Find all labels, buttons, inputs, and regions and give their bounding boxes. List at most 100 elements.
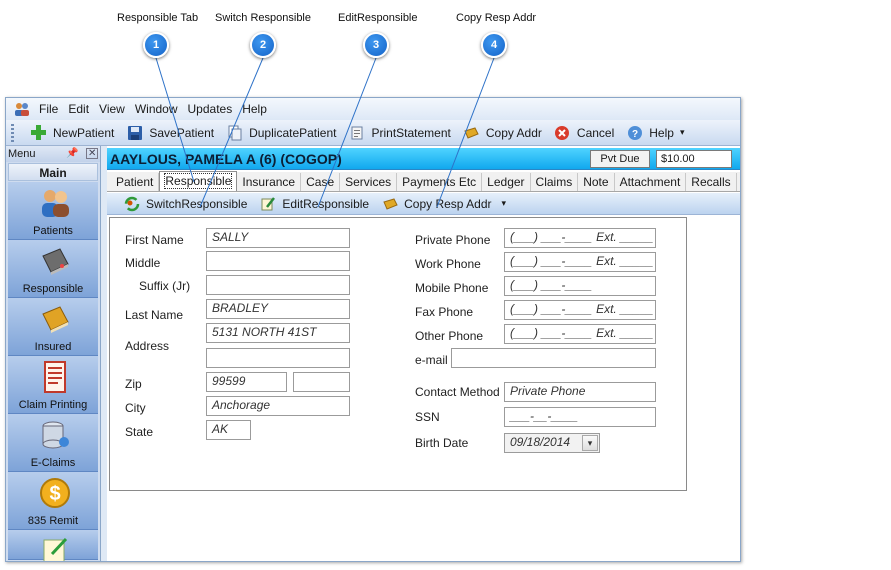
toolbar-overflow-icon[interactable]: ▾ [680, 127, 685, 138]
claim-form-icon [38, 360, 72, 394]
tab-ledger[interactable]: Ledger [482, 173, 531, 191]
patients-icon [38, 186, 72, 220]
tab-payments[interactable]: Payments Etc [397, 173, 483, 191]
callout-label-2: Switch Responsible [215, 12, 311, 24]
edit-responsible-label: EditResponsible [282, 196, 370, 211]
state-label: State [125, 425, 154, 439]
work-phone-field[interactable]: (___) ___-____ Ext. _____ [504, 252, 656, 272]
contact-method-field[interactable]: Private Phone [504, 382, 656, 402]
address-line1-field[interactable]: 5131 NORTH 41ST [206, 323, 350, 343]
callout-label-3: EditResponsible [338, 12, 418, 24]
copy-resp-addr-label: Copy Resp Addr [404, 196, 492, 211]
copy-book-icon [463, 124, 480, 141]
cancel-x-icon [554, 124, 571, 141]
city-field[interactable]: Anchorage [206, 396, 350, 416]
patient-header: AAYLOUS, PAMELA A (6) (COGOP) Pvt Due $1… [107, 148, 740, 170]
pin-icon[interactable]: 📌 [66, 148, 78, 159]
save-patient-button[interactable]: SavePatient [126, 124, 214, 141]
private-phone-value: (___) ___-____ [510, 230, 593, 244]
pvt-due-button[interactable]: Pvt Due [590, 150, 650, 168]
app-window: File Edit View Window Updates Help NewPa… [5, 97, 741, 562]
tab-billing-partial[interactable]: Bi [737, 173, 740, 191]
tab-recalls[interactable]: Recalls [686, 173, 737, 191]
fax-phone-field[interactable]: (___) ___-____ Ext. _____ [504, 300, 656, 320]
menu-help[interactable]: Help [237, 102, 272, 116]
menu-view[interactable]: View [94, 102, 130, 116]
edit-pencil-icon [259, 195, 276, 212]
duplicate-document-icon [226, 124, 243, 141]
copy-book-icon [381, 195, 398, 212]
main-toolbar: NewPatient SavePatient DuplicatePatient … [6, 120, 740, 146]
other-phone-field[interactable]: (___) ___-____ Ext. _____ [504, 324, 656, 344]
work-phone-value: (___) ___-____ [510, 254, 593, 268]
sidebar-item-835-remit[interactable]: $ 835 Remit [8, 472, 98, 530]
sidebar-section-main[interactable]: Main [8, 163, 98, 181]
sidebar-item-patients[interactable]: Patients [8, 182, 98, 240]
birth-date-label: Birth Date [415, 436, 469, 450]
private-phone-field[interactable]: (___) ___-____ Ext. _____ [504, 228, 656, 248]
menu-updates[interactable]: Updates [183, 102, 238, 116]
copy-addr-button[interactable]: Copy Addr [463, 124, 542, 141]
state-field[interactable]: AK [206, 420, 251, 440]
menu-edit[interactable]: Edit [63, 102, 94, 116]
middle-field[interactable] [206, 251, 350, 271]
tab-case[interactable]: Case [301, 173, 341, 191]
tab-insurance[interactable]: Insurance [237, 173, 302, 191]
sidebar-item-label: Responsible [22, 283, 84, 295]
last-name-field[interactable]: BRADLEY [206, 299, 350, 319]
duplicate-patient-label: DuplicatePatient [249, 125, 337, 140]
tab-note[interactable]: Note [578, 173, 615, 191]
email-field[interactable] [451, 348, 656, 368]
print-statement-label: PrintStatement [371, 125, 451, 140]
tab-attachment[interactable]: Attachment [615, 173, 687, 191]
sidebar-item-insured[interactable]: Insured [8, 298, 98, 356]
chevron-down-icon[interactable]: ▾ [582, 435, 598, 451]
suffix-label: Suffix (Jr) [139, 279, 191, 293]
zip-ext-field[interactable] [293, 372, 350, 392]
sidebar-item-e-claims[interactable]: E-Claims [8, 414, 98, 472]
mobile-phone-field[interactable]: (___) ___-____ [504, 276, 656, 296]
birth-date-picker[interactable]: 09/18/2014 ▾ [504, 433, 600, 453]
menu-file[interactable]: File [34, 102, 63, 116]
svg-text:$: $ [49, 483, 60, 505]
sidebar-item-partial[interactable] [8, 530, 98, 561]
tab-services[interactable]: Services [340, 173, 398, 191]
help-button[interactable]: ? Help ▾ [626, 124, 684, 141]
contact-method-label: Contact Method [415, 385, 500, 399]
close-icon[interactable]: ✕ [86, 148, 99, 159]
print-statement-button[interactable]: PrintStatement [348, 124, 451, 141]
menu-window[interactable]: Window [130, 102, 183, 116]
other-phone-value: (___) ___-____ [510, 326, 593, 340]
edit-responsible-button[interactable]: EditResponsible [259, 195, 369, 212]
address-line2-field[interactable] [206, 348, 350, 368]
ssn-field[interactable]: ___-__-____ [504, 407, 656, 427]
zip-field[interactable]: 99599 [206, 372, 287, 392]
duplicate-patient-button[interactable]: DuplicatePatient [226, 124, 336, 141]
new-patient-button[interactable]: NewPatient [30, 124, 114, 141]
callout-label-4: Copy Resp Addr [456, 12, 537, 24]
subtoolbar-overflow-icon[interactable]: ▾ [502, 198, 507, 209]
fax-phone-value: (___) ___-____ [510, 302, 593, 316]
tab-responsible[interactable]: Responsible [159, 171, 238, 191]
mobile-phone-label: Mobile Phone [415, 281, 489, 295]
tab-responsible-label: Responsible [164, 173, 233, 189]
other-phone-label: Other Phone [415, 329, 484, 343]
toolbar-grip[interactable] [11, 124, 14, 142]
help-question-icon: ? [626, 124, 643, 141]
suffix-field[interactable] [206, 275, 350, 295]
main-content: AAYLOUS, PAMELA A (6) (COGOP) Pvt Due $1… [107, 146, 740, 561]
work-phone-label: Work Phone [415, 257, 481, 271]
people-app-icon [15, 103, 29, 116]
sidebar-item-responsible[interactable]: Responsible [8, 240, 98, 298]
private-phone-label: Private Phone [415, 233, 491, 247]
tab-patient[interactable]: Patient [111, 173, 160, 191]
first-name-label: First Name [125, 233, 184, 247]
switch-responsible-button[interactable]: SwitchResponsible [123, 195, 247, 212]
copy-resp-addr-button[interactable]: Copy Resp Addr ▾ [381, 195, 506, 212]
tab-claims[interactable]: Claims [531, 173, 579, 191]
sidebar-item-claim-printing[interactable]: Claim Printing [8, 356, 98, 414]
first-name-field[interactable]: SALLY [206, 228, 350, 248]
sidebar-item-label: 835 Remit [27, 515, 79, 527]
cancel-button[interactable]: Cancel [554, 124, 614, 141]
private-phone-ext: Ext. _____ [596, 230, 654, 244]
